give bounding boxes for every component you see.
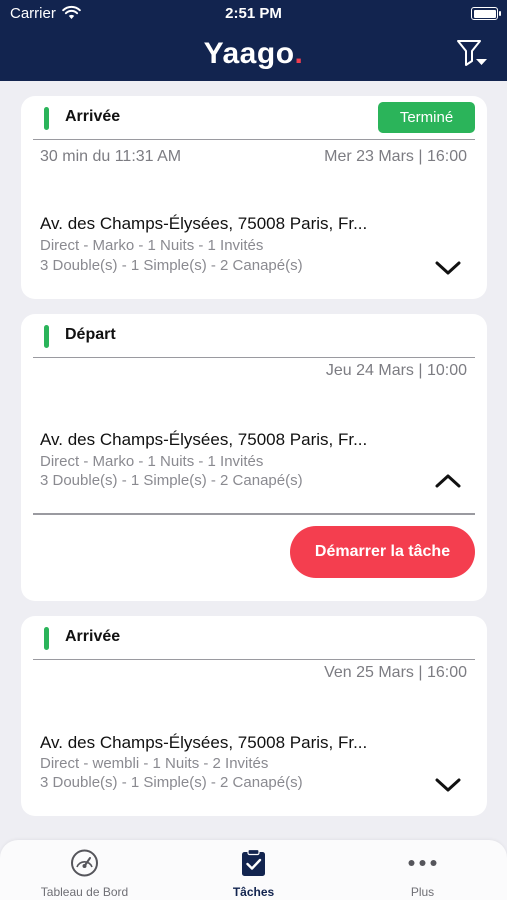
dashboard-gauge-icon [71,849,98,877]
start-task-button[interactable]: Démarrer la tâche [290,526,475,578]
task-date: Jeu 24 Mars | 10:00 [325,362,467,379]
task-card[interactable]: Arrivée Terminé 30 min du 11:31 AM Mer 2… [21,96,487,299]
logo-dot: . [294,37,304,70]
app-header: Carrier 2:51 PM Yaago. [0,0,507,81]
task-card-header: Arrivée Terminé [33,96,475,140]
task-date: Ven 25 Mars | 16:00 [324,664,467,681]
card-divider [33,513,475,515]
tab-dashboard[interactable]: Tableau de Bord [0,840,169,900]
task-status-indicator [44,627,49,650]
tab-tasks[interactable]: Tâches [169,840,338,900]
task-card-header: Départ [33,314,475,358]
task-card[interactable]: Départ Jeu 24 Mars | 10:00 Av. des Champ… [21,314,487,601]
task-type: Arrivée [65,628,121,645]
tab-more[interactable]: Plus [338,840,507,900]
task-card[interactable]: Arrivée Ven 25 Mars | 16:00 Av. des Cham… [21,616,487,816]
task-details: Direct - wembli - 1 Nuits - 2 Invités [40,755,269,772]
task-address: Av. des Champs-Élysées, 75008 Paris, Fr.… [40,430,368,449]
task-details: Direct - Marko - 1 Nuits - 1 Invités [40,453,264,470]
task-rooms: 3 Double(s) - 1 Simple(s) - 2 Canapé(s) [40,257,303,274]
logo-text: Yaago [203,37,295,70]
task-type: Arrivée [65,108,121,125]
task-card-header: Arrivée [33,616,475,660]
tab-label: Tâches [232,885,275,899]
status-bar: Carrier 2:51 PM [0,0,507,28]
task-status-indicator [44,107,49,130]
chevron-down-icon[interactable] [435,777,461,793]
task-address: Av. des Champs-Élysées, 75008 Paris, Fr.… [40,733,368,752]
tab-bar: Tableau de Bord Tâches Plus [0,840,507,900]
task-details: Direct - Marko - 1 Nuits - 1 Invités [40,237,264,254]
more-dots-icon [408,860,437,866]
tab-label: Plus [410,885,435,899]
chevron-up-icon[interactable] [435,473,461,489]
clipboard-check-icon [242,849,265,876]
task-rooms: 3 Double(s) - 1 Simple(s) - 2 Canapé(s) [40,472,303,489]
task-rooms: 3 Double(s) - 1 Simple(s) - 2 Canapé(s) [40,774,303,791]
app-logo: Yaago. [0,37,507,71]
task-type: Départ [65,326,116,343]
battery-icon [471,7,501,20]
tab-label: Tableau de Bord [40,885,129,899]
task-eta: 30 min du 11:31 AM [40,148,182,165]
filter-icon[interactable] [456,38,488,68]
task-status-indicator [44,325,49,348]
status-badge: Terminé [378,102,475,133]
chevron-down-icon[interactable] [435,260,461,276]
status-time: 2:51 PM [225,5,282,22]
task-date: Mer 23 Mars | 16:00 [324,148,467,165]
task-address: Av. des Champs-Élysées, 75008 Paris, Fr.… [40,214,368,233]
